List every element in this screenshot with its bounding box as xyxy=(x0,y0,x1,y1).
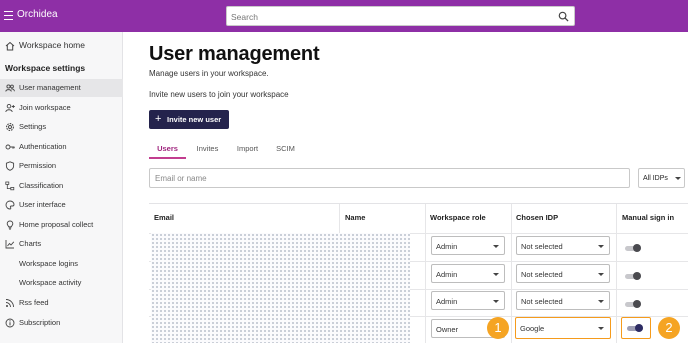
sidebar-item-join-workspace[interactable]: Join workspace xyxy=(0,99,123,117)
sidebar-item-home-proposal-collect[interactable]: Home proposal collect xyxy=(0,216,123,234)
search-box[interactable] xyxy=(226,6,575,26)
sidebar-item-label: Settings xyxy=(19,122,47,131)
chart-icon xyxy=(5,240,15,249)
tab-import[interactable]: Import xyxy=(229,141,266,159)
chevron-down-icon xyxy=(598,245,604,248)
idp-filter-select[interactable]: All IDPs xyxy=(638,168,685,188)
sidebar-item-classification[interactable]: Classification xyxy=(0,177,123,195)
sidebar-item-label: Workspace home xyxy=(19,40,85,50)
role-select[interactable]: Admin xyxy=(431,291,505,310)
sidebar-item-authentication[interactable]: Authentication xyxy=(0,138,123,156)
palette-icon xyxy=(5,200,15,210)
gear-icon xyxy=(6,123,14,131)
callout-badge-1: 1 xyxy=(487,317,509,339)
info-icon xyxy=(5,318,15,328)
users-icon xyxy=(5,84,15,92)
sidebar-item-label: Home proposal collect xyxy=(19,220,94,229)
users-table: Email Name Workspace role Chosen IDP Man… xyxy=(149,203,688,343)
sidebar-item-label: Charts xyxy=(19,239,42,248)
idp-select[interactable]: Not selected xyxy=(516,291,610,310)
sidebar-item-label: Workspace activity xyxy=(19,278,82,287)
app-title: Orchidea xyxy=(17,9,58,20)
invite-button-label: Invite new user xyxy=(167,115,222,124)
chevron-down-icon xyxy=(493,300,499,303)
sidebar-item-label: Subscription xyxy=(19,318,61,327)
sidebar-item-subscription[interactable]: Subscription xyxy=(0,314,123,332)
manual-signin-toggle[interactable] xyxy=(627,324,643,332)
column-header-name[interactable]: Name xyxy=(345,213,365,222)
manual-signin-toggle[interactable] xyxy=(625,300,641,308)
column-header-workspace-role[interactable]: Workspace role xyxy=(430,213,486,222)
callout-badge-2: 2 xyxy=(658,317,680,339)
sidebar-item-charts[interactable]: Charts xyxy=(0,235,123,253)
sidebar-item-label: Join workspace xyxy=(19,103,71,112)
tab-users[interactable]: Users xyxy=(149,141,186,159)
sidebar-item-user-management[interactable]: User management xyxy=(0,79,123,97)
sidebar-item-label: Permission xyxy=(19,161,57,170)
sidebar-item-workspace-logins[interactable]: Workspace logins xyxy=(0,255,123,273)
chevron-down-icon xyxy=(598,300,604,303)
chevron-down-icon xyxy=(493,273,499,276)
page-title: User management xyxy=(149,43,320,65)
bulb-icon xyxy=(6,220,14,230)
idp-select[interactable]: Google xyxy=(515,317,611,339)
idp-select[interactable]: Not selected xyxy=(516,264,610,283)
sidebar-item-label: Classification xyxy=(19,181,64,190)
sidebar-item-workspace-home[interactable]: Workspace home xyxy=(0,37,123,55)
invite-description: Invite new users to join your workspace xyxy=(149,90,289,99)
plus-icon: + xyxy=(155,113,162,125)
column-header-chosen-idp[interactable]: Chosen IDP xyxy=(516,213,558,222)
tree-icon xyxy=(5,181,15,191)
sidebar-item-label: User management xyxy=(19,83,81,92)
menu-icon[interactable] xyxy=(4,11,13,20)
main-content: User management Manage users in your wor… xyxy=(124,32,688,343)
idp-filter-value: All IDPs xyxy=(643,175,668,182)
sidebar: Workspace home Workspace settings User m… xyxy=(0,32,123,343)
manual-signin-toggle[interactable] xyxy=(625,244,641,252)
sidebar-item-permission[interactable]: Permission xyxy=(0,157,123,175)
chevron-down-icon xyxy=(675,177,681,180)
page-subtitle: Manage users in your workspace. xyxy=(149,69,269,78)
search-input[interactable] xyxy=(231,10,551,23)
email-or-name-filter-input[interactable] xyxy=(149,168,630,188)
tab-scim[interactable]: SCIM xyxy=(267,141,304,159)
chevron-down-icon xyxy=(598,273,604,276)
column-header-email[interactable]: Email xyxy=(154,213,174,222)
sidebar-item-label: Rss feed xyxy=(19,298,49,307)
chevron-down-icon xyxy=(493,245,499,248)
search-icon[interactable] xyxy=(558,11,569,22)
redacted-email-name-area xyxy=(151,233,410,343)
shield-icon xyxy=(5,161,15,171)
key-icon xyxy=(5,144,15,150)
chevron-down-icon xyxy=(598,327,604,330)
home-icon xyxy=(5,41,15,51)
manual-signin-toggle[interactable] xyxy=(625,272,641,280)
sidebar-section-heading: Workspace settings xyxy=(5,63,86,73)
invite-new-user-button[interactable]: + Invite new user xyxy=(149,110,229,129)
sidebar-item-workspace-activity[interactable]: Workspace activity xyxy=(0,274,123,292)
tab-bar: Users Invites Import SCIM xyxy=(149,141,688,159)
top-bar: Orchidea xyxy=(0,0,688,32)
tab-invites[interactable]: Invites xyxy=(189,141,226,159)
sidebar-item-rss-feed[interactable]: Rss feed xyxy=(0,294,123,312)
sidebar-item-label: Workspace logins xyxy=(19,259,79,268)
sidebar-item-user-interface[interactable]: User interface xyxy=(0,196,123,214)
role-select[interactable]: Admin xyxy=(431,236,505,255)
rss-icon xyxy=(5,299,14,308)
idp-select[interactable]: Not selected xyxy=(516,236,610,255)
sidebar-item-settings[interactable]: Settings xyxy=(0,118,123,136)
role-select[interactable]: Admin xyxy=(431,264,505,283)
column-header-manual-sign-in[interactable]: Manual sign in xyxy=(622,213,674,222)
sidebar-item-label: User interface xyxy=(19,200,66,209)
sidebar-item-label: Authentication xyxy=(19,142,67,151)
person-add-icon xyxy=(5,103,15,113)
